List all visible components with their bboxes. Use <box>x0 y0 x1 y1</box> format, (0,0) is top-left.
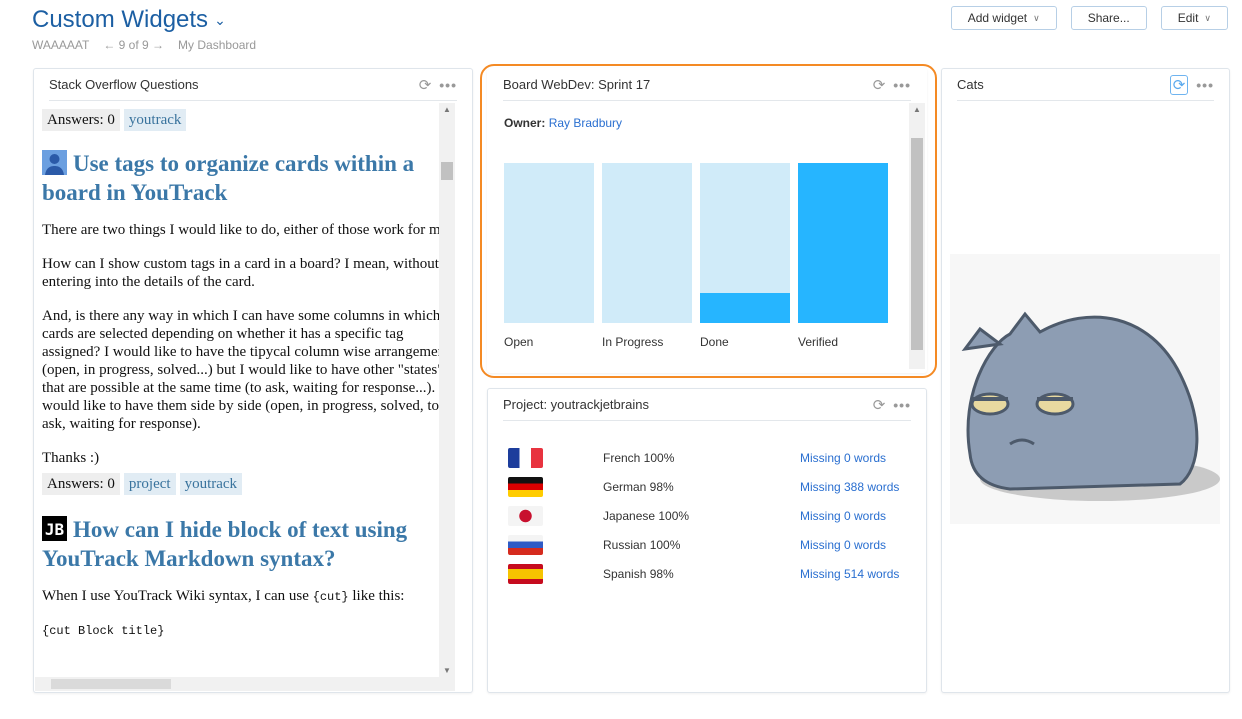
add-widget-label: Add widget <box>967 11 1028 25</box>
column-bar[interactable] <box>602 163 692 323</box>
edit-label: Edit <box>1177 11 1199 25</box>
language-row: Japanese 100% Missing 0 words <box>508 501 918 530</box>
language-name: French 100% <box>603 450 675 465</box>
language-name: Japanese 100% <box>603 508 690 523</box>
owner-link[interactable]: Ray Bradbury <box>549 116 622 130</box>
column-label: Done <box>700 335 729 349</box>
cats-widget: Cats ⟳ ••• <box>941 68 1230 693</box>
refresh-icon[interactable]: ⟳ <box>873 396 886 414</box>
flag-jp-icon <box>508 505 543 526</box>
questions-list: Answers: 0 youtrack Use tags to organize … <box>42 105 456 677</box>
column-fill <box>798 163 888 323</box>
more-icon[interactable]: ••• <box>1196 77 1214 93</box>
share-button[interactable]: Share... <box>1070 6 1147 30</box>
language-row: German 98% Missing 388 words <box>508 472 918 501</box>
horizontal-scrollbar[interactable] <box>35 677 455 691</box>
column-labels: Open In Progress Done Verified <box>504 335 888 349</box>
text: When I use YouTrack Wiki syntax, I can u… <box>42 588 313 604</box>
language-list: French 100% Missing 0 words German 98% Miss… <box>508 443 918 588</box>
tag[interactable]: youtrack <box>123 109 187 131</box>
dashboard-title[interactable]: Custom Widgets ⌄ <box>32 6 226 34</box>
column-bar[interactable] <box>798 163 888 323</box>
column-label: In Progress <box>602 335 664 349</box>
column-label: Open <box>504 335 534 349</box>
column-bar[interactable] <box>700 163 790 323</box>
question-text: There are two things I would like to do,… <box>42 222 452 238</box>
code-block: {cut Block title} <box>42 624 165 638</box>
question-title-text: Use tags to organize cards within a boar… <box>42 151 415 205</box>
missing-words-link[interactable]: Missing 0 words <box>800 451 886 465</box>
missing-words-link[interactable]: Missing 514 words <box>800 567 899 581</box>
vertical-scrollbar[interactable]: ▲ ▼ <box>439 103 455 677</box>
refresh-icon[interactable]: ⟳ <box>873 76 886 94</box>
question-title-text: How can I hide block of text using YouTr… <box>42 517 408 571</box>
column-bar[interactable] <box>504 163 594 323</box>
board-chart <box>504 163 888 323</box>
chevron-down-icon: ⌄ <box>214 11 226 28</box>
language-name: German 98% <box>603 479 674 494</box>
language-row: Spanish 98% Missing 514 words <box>508 559 918 588</box>
edit-button[interactable]: Edit ∨ <box>1160 6 1228 30</box>
crumb-dashboard[interactable]: My Dashboard <box>178 38 256 52</box>
board-widget: Board WebDev: Sprint 17 ⟳ ••• Owner: Ray B… <box>487 68 927 373</box>
flag-de-icon <box>508 476 543 497</box>
svg-text:JB: JB <box>45 520 65 539</box>
more-icon[interactable]: ••• <box>893 77 911 93</box>
widget-title: Stack Overflow Questions <box>49 77 199 92</box>
title-text: Custom Widgets <box>32 6 209 33</box>
language-row: French 100% Missing 0 words <box>508 443 918 472</box>
flag-es-icon <box>508 563 543 584</box>
flag-fr-icon <box>508 447 543 468</box>
owner: Owner: Ray Bradbury <box>504 116 622 130</box>
question-title[interactable]: JB How can I hide block of text using You… <box>42 515 456 573</box>
question-text: And, is there any way in which I can hav… <box>42 308 450 432</box>
missing-words-link[interactable]: Missing 388 words <box>800 480 899 494</box>
column-label: Verified <box>798 335 839 349</box>
text: like this: <box>348 588 405 604</box>
language-row: Russian 100% Missing 0 words <box>508 530 918 559</box>
chevron-down-icon: ∨ <box>1204 12 1211 23</box>
refresh-icon[interactable]: ⟳ <box>1169 74 1189 95</box>
jetbrains-avatar-icon: JB <box>42 516 67 541</box>
missing-words-link[interactable]: Missing 0 words <box>800 538 886 552</box>
widget-title: Board WebDev: Sprint 17 <box>503 77 651 92</box>
widget-title: Cats <box>957 77 984 92</box>
question-text: When I use YouTrack Wiki syntax, I can u… <box>42 587 456 606</box>
missing-words-link[interactable]: Missing 0 words <box>800 509 886 523</box>
question-title[interactable]: Use tags to organize cards within a boar… <box>42 149 456 207</box>
language-name: Russian 100% <box>603 537 681 552</box>
more-icon[interactable]: ••• <box>439 77 457 93</box>
user-avatar-icon <box>42 150 67 175</box>
owner-label: Owner: <box>504 116 546 130</box>
flag-ru-icon <box>508 534 543 555</box>
tag[interactable]: project <box>123 473 176 495</box>
crumb-project[interactable]: WAAAAAT <box>32 38 89 52</box>
add-widget-button[interactable]: Add widget ∨ <box>950 6 1057 30</box>
crumb-pager[interactable]: ← 9 of 9 → <box>103 38 164 52</box>
language-name: Spanish 98% <box>603 566 674 581</box>
column-fill <box>700 292 790 323</box>
share-label: Share... <box>1087 11 1130 25</box>
answers-count: Answers: 0 <box>42 109 120 131</box>
widget-title: Project: youtrackjetbrains <box>503 397 649 412</box>
breadcrumb: WAAAAAT ← 9 of 9 → My Dashboard <box>32 38 256 52</box>
question-text: Thanks :) <box>42 450 100 466</box>
refresh-icon[interactable]: ⟳ <box>419 76 432 94</box>
more-icon[interactable]: ••• <box>893 397 911 413</box>
answers-count: Answers: 0 <box>42 473 120 495</box>
stack-overflow-widget: Stack Overflow Questions ⟳ ••• Answers: 0y… <box>33 68 473 693</box>
vertical-scrollbar[interactable]: ▲ <box>909 103 925 369</box>
inline-code: {cut} <box>312 590 349 604</box>
project-widget: Project: youtrackjetbrains ⟳ ••• French 10… <box>487 388 927 693</box>
tag[interactable]: youtrack <box>179 473 243 495</box>
grumpy-cat-image <box>950 254 1220 524</box>
chevron-down-icon: ∨ <box>1033 12 1040 23</box>
question-text: How can I show custom tags in a card in … <box>42 256 439 290</box>
